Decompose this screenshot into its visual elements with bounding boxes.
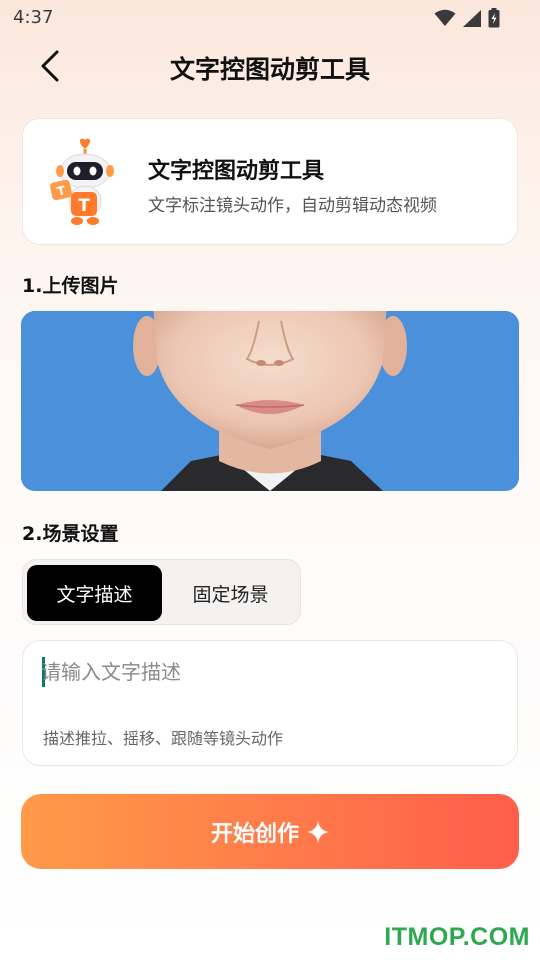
- scene-section-label: 2.场景设置: [22, 523, 119, 545]
- tab-text-description[interactable]: 文字描述: [27, 565, 162, 621]
- uploaded-photo[interactable]: [21, 311, 519, 491]
- tab-fixed-scene[interactable]: 固定场景: [163, 565, 298, 621]
- signal-icon: [463, 9, 481, 27]
- portrait-photo: [21, 311, 519, 491]
- intro-subtitle: 文字标注镜头动作，自动剪辑动态视频: [148, 196, 437, 216]
- status-icons: [434, 8, 500, 28]
- wifi-icon: [434, 9, 456, 26]
- description-hint: 描述推拉、摇移、跟随等镜头动作: [43, 729, 284, 748]
- start-create-button[interactable]: 开始创作: [21, 794, 519, 869]
- sparkle-icon: [307, 820, 329, 843]
- status-time: 4:37: [13, 7, 54, 28]
- status-bar: 4:37: [0, 0, 540, 36]
- description-input[interactable]: [41, 655, 501, 689]
- mascot-letter: T: [78, 196, 90, 216]
- description-box: 描述推拉、摇移、跟随等镜头动作: [22, 640, 518, 766]
- watermark: ITMOP.COM: [384, 923, 530, 951]
- page-title: 文字控图动剪工具: [169, 55, 370, 84]
- intro-title: 文字控图动剪工具: [148, 159, 325, 184]
- intro-card: T T 文字控图动剪工具 文字标注镜头动作，自动剪辑动态视频: [22, 118, 518, 245]
- robot-mascot-icon: T T: [50, 138, 114, 225]
- battery-icon: [488, 8, 500, 28]
- start-button-label: 开始创作: [210, 821, 299, 847]
- upload-section-label: 1.上传图片: [22, 275, 119, 297]
- scene-mode-segment: 文字描述 固定场景: [22, 559, 301, 625]
